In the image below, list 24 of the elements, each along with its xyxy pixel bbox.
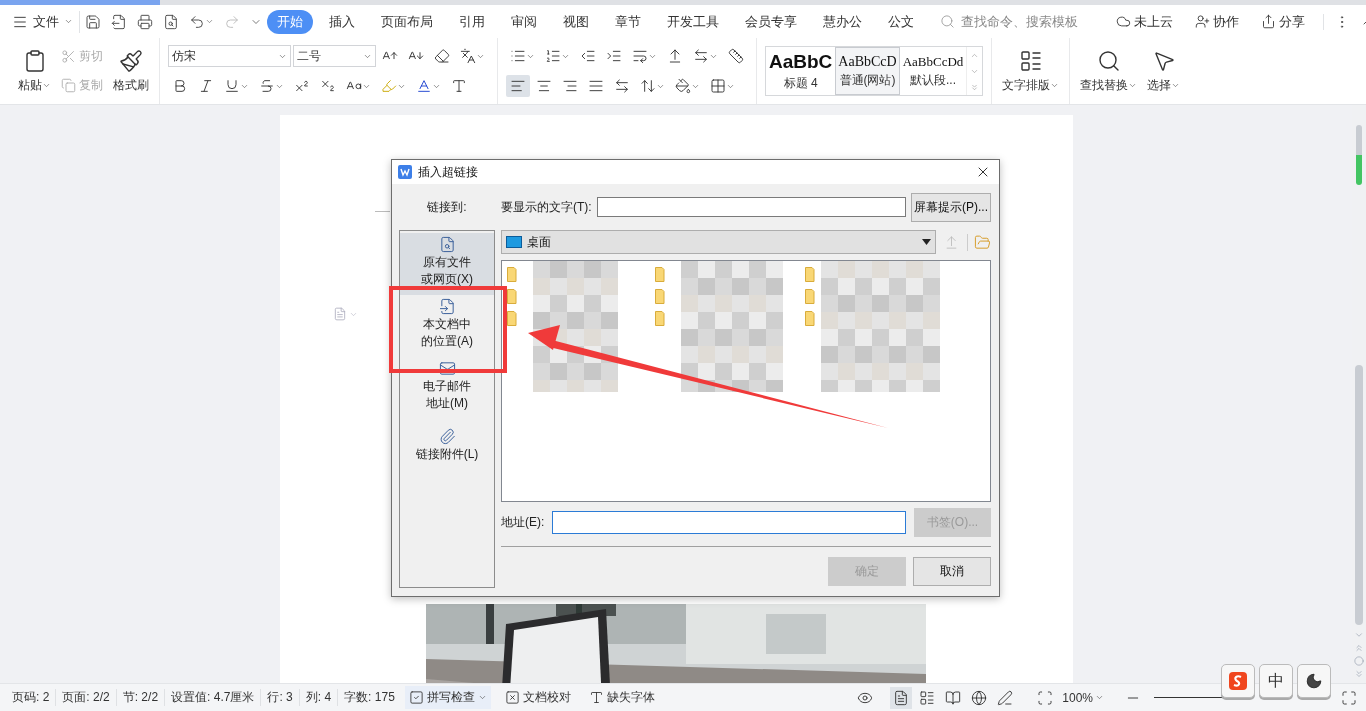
target-label: 或网页(X) — [421, 271, 473, 287]
style-preview: AaBbC — [769, 50, 833, 73]
status-item: 字数: 175 — [337, 689, 401, 706]
target-label: 电子邮件 — [423, 378, 471, 394]
target-label: 原有文件 — [423, 254, 471, 270]
style-name: 普通(网站) — [839, 71, 896, 89]
field-label: 地址(E): — [501, 514, 545, 531]
status-item: 设置值: 4.7厘米 — [164, 689, 261, 706]
field-label: 要显示的文字(T): — [501, 198, 592, 216]
status-item: 行: 3 — [260, 689, 299, 706]
target-label: 地址(M) — [426, 395, 468, 411]
status-item: 列: 4 — [298, 689, 338, 706]
target-label: 链接附件(L) — [415, 446, 479, 462]
dialog-title: 插入超链接 — [418, 163, 479, 181]
style-preview: AaBbCcD — [838, 53, 897, 70]
status-item: 页码: 2 — [11, 689, 51, 706]
status-item: 页面: 2/2 — [55, 689, 116, 706]
target-label: 的位置(A) — [421, 333, 473, 349]
style-name: 标题 4 — [783, 74, 818, 92]
style-preview: AaBbCcDd — [902, 53, 964, 70]
style-name: 默认段... — [910, 71, 956, 89]
target-label: 本文档中 — [423, 316, 471, 332]
status-item: 节: 2/2 — [115, 689, 165, 706]
link-to-label: 链接到: — [427, 198, 467, 216]
